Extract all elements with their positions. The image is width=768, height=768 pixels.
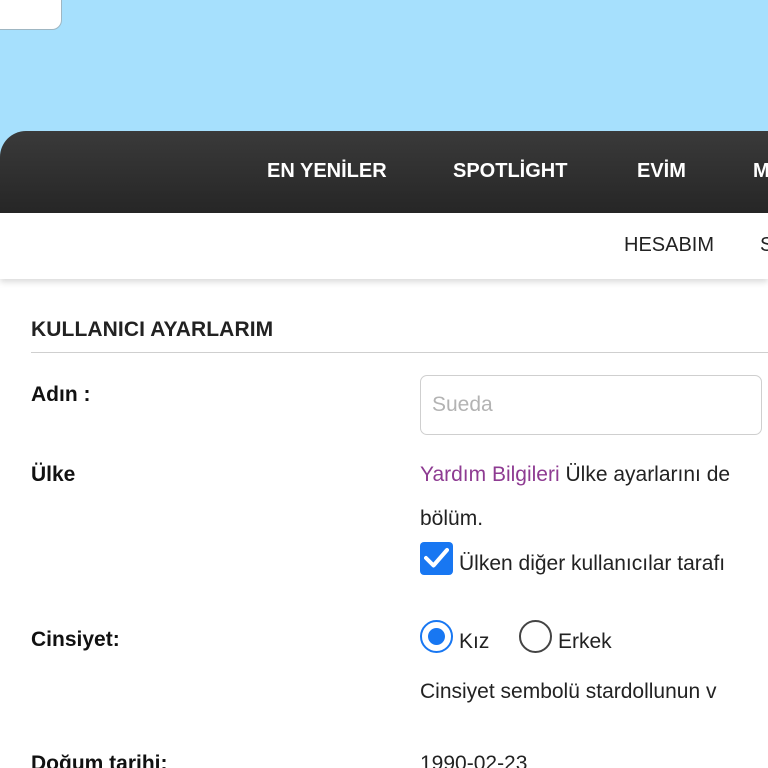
gender-label: Cinsiyet: [31, 628, 120, 651]
country-help-continuation: bölüm. [420, 507, 484, 530]
nav-item-more[interactable]: M [753, 131, 768, 213]
gender-radio-kiz[interactable] [420, 620, 453, 653]
main-navigation: EN YENİLER SPOTLİGHT EVİM M [0, 131, 768, 213]
corner-panel [0, 0, 62, 30]
country-label: Ülke [31, 463, 76, 486]
gender-option-kiz-label: Kız [459, 630, 490, 653]
radio-selected-dot [428, 628, 445, 645]
country-help-description: Ülke ayarlarını de [559, 463, 731, 486]
nav-item-spotlight[interactable]: SPOTLİGHT [453, 131, 567, 213]
country-help-text: Yardım Bilgileri Ülke ayarlarını de [420, 463, 730, 487]
birth-date-value[interactable]: 1990-02-23 [420, 752, 527, 768]
gender-note: Cinsiyet sembolü stardollunun v [420, 680, 717, 703]
nav-item-en-yeniler[interactable]: EN YENİLER [267, 131, 387, 213]
section-divider [31, 352, 768, 353]
country-visibility-checkbox[interactable] [420, 542, 453, 575]
sub-navigation: HESABIM S [0, 213, 768, 279]
name-label: Adın : [31, 383, 91, 406]
nav-item-evim[interactable]: EVİM [637, 131, 686, 213]
gender-radio-erkek[interactable] [519, 620, 552, 653]
subnav-item-next[interactable]: S [760, 213, 768, 277]
subnav-item-hesabim[interactable]: HESABIM [624, 213, 714, 277]
help-info-link[interactable]: Yardım Bilgileri [420, 463, 560, 486]
checkmark-icon [424, 548, 449, 568]
name-input[interactable] [420, 375, 762, 435]
country-visibility-label: Ülken diğer kullanıcılar tarafı [459, 552, 726, 575]
gender-option-erkek-label: Erkek [558, 630, 612, 653]
birth-date-label: Doğum tarihi: [31, 752, 168, 768]
section-title: KULLANICI AYARLARIM [31, 318, 274, 341]
